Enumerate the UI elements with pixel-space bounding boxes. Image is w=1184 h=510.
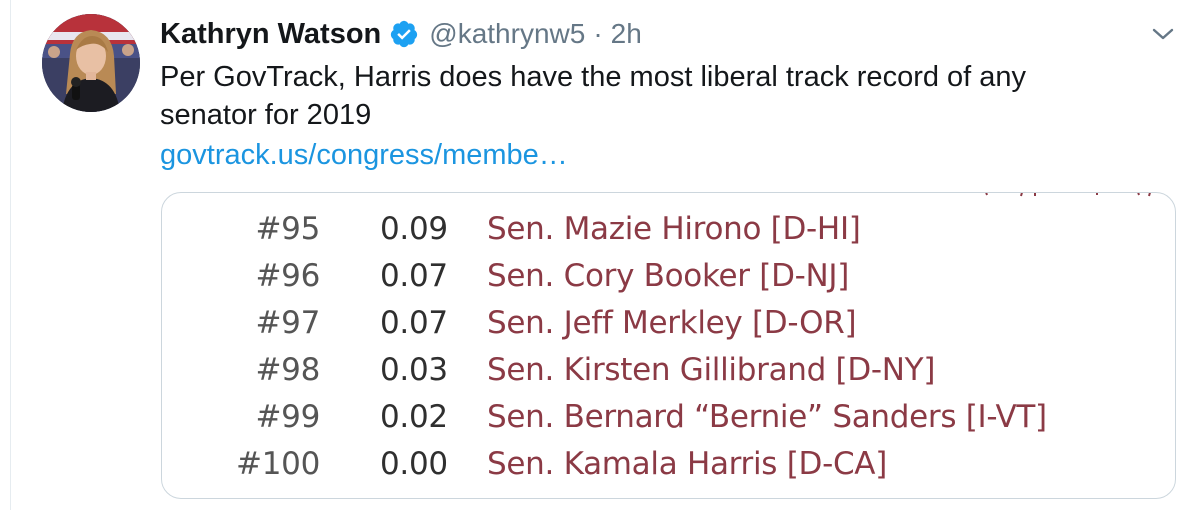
- rank-label: #95: [255, 211, 320, 247]
- rank-label: #97: [255, 305, 320, 341]
- ranking-row: #98 0.03 Sen. Kirsten Gillibrand [D-NY]: [162, 348, 1175, 392]
- senator-name: Sen. Jeff Merkley [D-OR]: [487, 305, 857, 341]
- senator-name: Sen. Bernard “Bernie” Sanders [I-VT]: [487, 399, 1047, 435]
- rank-label: #100: [236, 446, 320, 482]
- senator-name: Sen. Cory Booker [D-NJ]: [487, 258, 850, 294]
- avatar[interactable]: [42, 14, 140, 112]
- score-value: 0.00: [380, 446, 448, 482]
- image-card[interactable]: #95 0.09 Sen. Mazie Hirono [D-HI] #96 0.…: [161, 192, 1176, 499]
- rank-label: #96: [255, 258, 320, 294]
- separator-dot: ·: [593, 18, 603, 49]
- author-handle[interactable]: @kathrynw5: [429, 18, 585, 50]
- ranking-row: #100 0.00 Sen. Kamala Harris [D-CA]: [162, 442, 1175, 486]
- ranking-row: #99 0.02 Sen. Bernard “Bernie” Sanders […: [162, 395, 1175, 439]
- senator-name: Sen. Mazie Hirono [D-HI]: [487, 211, 861, 247]
- ranking-row: #96 0.07 Sen. Cory Booker [D-NJ]: [162, 254, 1175, 298]
- rank-label: #99: [255, 399, 320, 435]
- tweet-text: Per GovTrack, Harris does have the most …: [160, 61, 1027, 131]
- rank-label: #98: [255, 352, 320, 388]
- avatar-photo: [42, 14, 140, 112]
- tweet-timestamp[interactable]: 2h: [611, 18, 642, 50]
- score-value: 0.03: [380, 352, 448, 388]
- author-name[interactable]: Kathryn Watson: [160, 18, 381, 51]
- score-value: 0.09: [380, 211, 448, 247]
- cropped-text-fragment: [985, 193, 1151, 197]
- score-value: 0.02: [380, 399, 448, 435]
- verified-badge-icon: [389, 19, 419, 49]
- score-value: 0.07: [380, 305, 448, 341]
- senator-name: Sen. Kirsten Gillibrand [D-NY]: [487, 352, 936, 388]
- tweet-link[interactable]: govtrack.us/congress/membe…: [160, 136, 568, 174]
- timeline-border: [10, 0, 11, 510]
- tweet-header: Kathryn Watson @kathrynw5 · 2h: [160, 14, 642, 54]
- score-value: 0.07: [380, 258, 448, 294]
- ranking-row: #95 0.09 Sen. Mazie Hirono [D-HI]: [162, 207, 1175, 251]
- ranking-row: #97 0.07 Sen. Jeff Merkley [D-OR]: [162, 301, 1175, 345]
- chevron-down-icon[interactable]: [1148, 22, 1178, 46]
- senator-name: Sen. Kamala Harris [D-CA]: [487, 446, 888, 482]
